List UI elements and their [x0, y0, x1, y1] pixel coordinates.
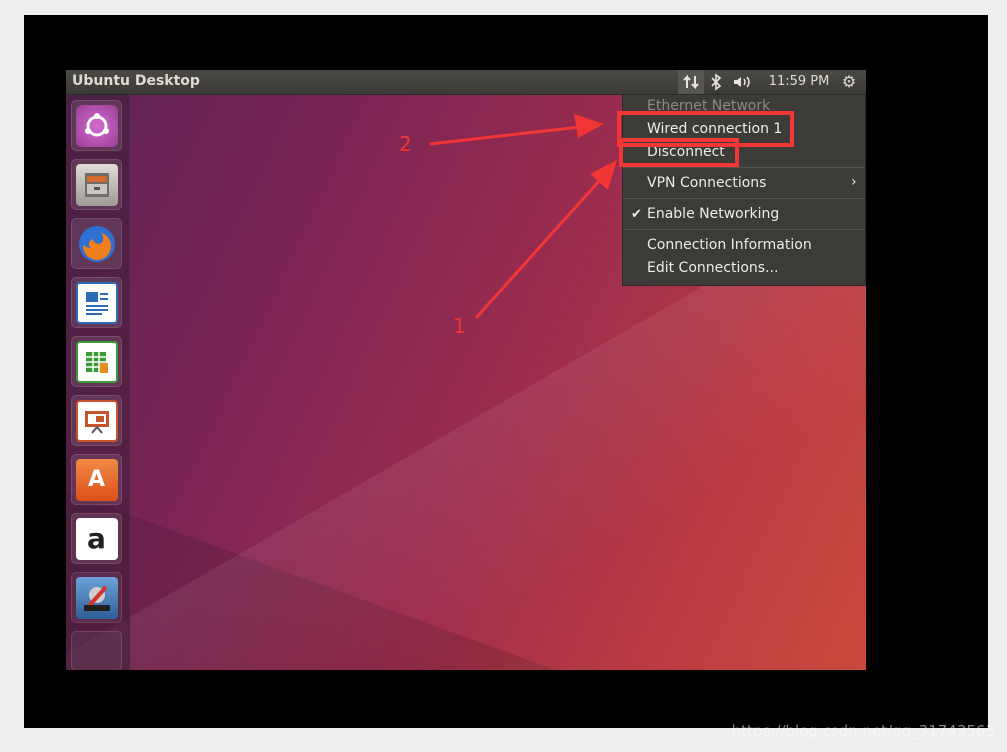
annotation-arrows	[429, 114, 617, 320]
annotation-label-2: 2	[399, 132, 412, 156]
annotation-label-1: 1	[453, 314, 466, 338]
watermark: https://blog.csdn.net/qq_31743563	[731, 722, 995, 740]
